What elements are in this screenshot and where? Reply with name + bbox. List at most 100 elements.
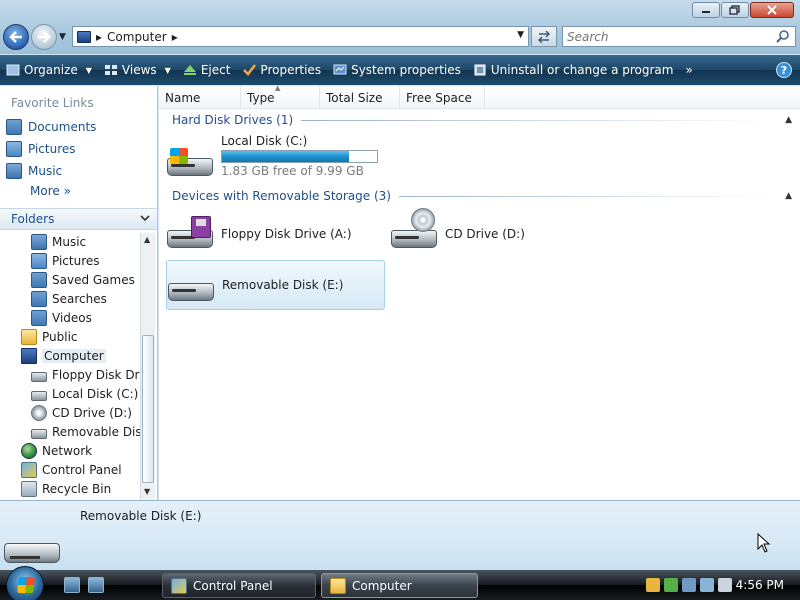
switch-windows-icon[interactable] <box>88 577 104 593</box>
network-status-icon[interactable] <box>700 578 714 592</box>
breadcrumb-separator[interactable]: ▸ <box>172 30 178 44</box>
views-button[interactable]: Views ▼ <box>98 55 177 85</box>
command-bar: Organize ▼ Views ▼ Eject Properties System… <box>0 55 800 85</box>
drive-item-cd-d[interactable]: CD Drive (D:) <box>391 208 611 254</box>
drive-body <box>391 230 437 248</box>
column-header-label: Free Space <box>406 90 472 105</box>
organize-button[interactable]: Organize ▼ <box>0 55 98 85</box>
tree-item-music[interactable]: Music <box>31 233 86 251</box>
tree-item-label: Network <box>42 444 93 458</box>
search-icon[interactable] <box>776 29 790 43</box>
eject-icon <box>183 65 196 75</box>
computer-icon <box>21 348 37 364</box>
safely-remove-hardware-icon[interactable] <box>664 578 678 592</box>
tree-item-videos[interactable]: Videos <box>31 309 92 327</box>
collapse-icon[interactable]: ▲ <box>785 115 792 125</box>
sort-indicator-icon: ▲ <box>275 84 281 92</box>
close-icon <box>767 5 777 15</box>
tree-item-public[interactable]: Public <box>21 328 78 346</box>
favorite-link-music[interactable]: Music <box>6 162 62 180</box>
taskbar-button-control-panel[interactable]: Control Panel <box>162 573 316 598</box>
computer-icon <box>77 30 91 43</box>
collapse-icon[interactable]: ▲ <box>785 191 792 201</box>
eject-button[interactable]: Eject <box>177 55 237 85</box>
maximize-button[interactable] <box>721 2 749 18</box>
favorite-link-documents[interactable]: Documents <box>6 118 96 136</box>
start-button[interactable] <box>6 566 44 600</box>
recycle-bin-icon <box>21 481 37 497</box>
tree-item-label: Recycle Bin <box>42 482 112 496</box>
folder-tree-scrollbar[interactable]: ▲ ▼ <box>140 233 155 500</box>
favorite-link-pictures[interactable]: Pictures <box>6 140 76 158</box>
column-header-free-space[interactable]: Free Space <box>400 86 485 109</box>
drive-item-removable-e[interactable]: Removable Disk (E:) <box>166 260 385 310</box>
breadcrumb-computer[interactable]: Computer <box>107 30 167 44</box>
tree-item-searches[interactable]: Searches <box>31 290 107 308</box>
clock[interactable]: 4:56 PM <box>736 578 784 592</box>
search-box[interactable] <box>562 26 796 47</box>
system-properties-button[interactable]: System properties <box>327 55 467 85</box>
volume-muted-icon[interactable] <box>718 578 732 592</box>
music-icon <box>6 163 22 179</box>
search-input[interactable] <box>563 29 768 44</box>
back-button[interactable] <box>3 24 29 50</box>
column-header-type[interactable]: ▲ Type <box>241 84 320 109</box>
mouse-cursor-icon <box>757 533 771 553</box>
help-icon: ? <box>780 63 788 77</box>
minimize-icon <box>702 11 710 13</box>
uninstall-program-button[interactable]: Uninstall or change a program <box>467 55 680 85</box>
refresh-button[interactable] <box>531 26 557 47</box>
windows-logo-icon <box>17 577 35 593</box>
column-header-label: Name <box>165 90 201 105</box>
drive-slot <box>171 164 195 167</box>
toolbar-overflow-button[interactable]: » <box>679 55 698 85</box>
taskbar: Control Panel Computer 4:56 PM <box>0 566 800 600</box>
tree-item-cd-drive-d[interactable]: CD Drive (D:) <box>31 404 132 422</box>
help-button[interactable]: ? <box>776 62 792 78</box>
column-header-total-size[interactable]: Total Size <box>320 86 400 109</box>
tree-item-recycle-bin[interactable]: Recycle Bin <box>21 480 111 498</box>
minimize-button[interactable] <box>692 2 720 18</box>
close-button[interactable] <box>750 2 794 18</box>
tree-item-removable-disk[interactable]: Removable Disk <box>31 423 140 441</box>
scroll-up-icon[interactable]: ▲ <box>144 235 150 244</box>
tree-item-computer[interactable]: Computer <box>21 347 106 365</box>
properties-button[interactable]: Properties <box>236 55 327 85</box>
floppy-drive-icon <box>31 372 47 382</box>
show-desktop-icon[interactable] <box>64 577 80 593</box>
tree-item-control-panel[interactable]: Control Panel <box>21 461 122 479</box>
favorite-link-label: Music <box>28 164 63 178</box>
windows-sidebar-icon[interactable] <box>682 578 696 592</box>
tree-item-network[interactable]: Network <box>21 442 92 460</box>
cd-disc-icon <box>411 208 435 232</box>
organize-label: Organize <box>24 63 78 77</box>
drive-name: Local Disk (C:) <box>221 134 308 148</box>
chevron-down-icon <box>140 215 150 222</box>
taskbar-button-computer[interactable]: Computer <box>321 573 478 598</box>
more-links-button[interactable]: More » <box>30 184 71 198</box>
drive-item-floppy-a[interactable]: Floppy Disk Drive (A:) <box>167 214 387 254</box>
forward-button[interactable] <box>31 24 57 50</box>
recent-pages-dropdown[interactable]: ▼ <box>59 32 66 42</box>
scroll-down-icon[interactable]: ▼ <box>144 487 150 496</box>
dropdown-arrow-icon: ▼ <box>85 65 92 75</box>
tree-item-floppy[interactable]: Floppy Disk Drive <box>31 366 140 384</box>
address-bar[interactable]: ▸ Computer ▸ ▼ <box>72 26 529 47</box>
scrollbar-thumb[interactable] <box>142 335 154 483</box>
eject-label: Eject <box>200 63 231 77</box>
security-shield-icon[interactable] <box>646 578 660 592</box>
column-header-name[interactable]: Name <box>159 86 241 109</box>
taskbar-button-label: Control Panel <box>193 578 273 593</box>
tree-item-local-disk-c[interactable]: Local Disk (C:) <box>31 385 138 403</box>
tree-item-pictures[interactable]: Pictures <box>31 252 100 270</box>
tree-item-label: CD Drive (D:) <box>52 406 132 420</box>
tree-item-saved-games[interactable]: Saved Games <box>31 271 135 289</box>
address-history-dropdown[interactable]: ▼ <box>517 30 524 40</box>
organize-icon <box>6 64 20 76</box>
drive-name: Removable Disk (E:) <box>222 278 344 292</box>
breadcrumb-separator[interactable]: ▸ <box>96 30 102 44</box>
folders-header[interactable]: Folders <box>0 208 157 230</box>
group-header-removable-storage[interactable]: Devices with Removable Storage (3) ▲ <box>172 187 792 205</box>
folders-title: Folders <box>11 212 55 226</box>
group-header-hard-disk-drives[interactable]: Hard Disk Drives (1) ▲ <box>172 111 792 129</box>
